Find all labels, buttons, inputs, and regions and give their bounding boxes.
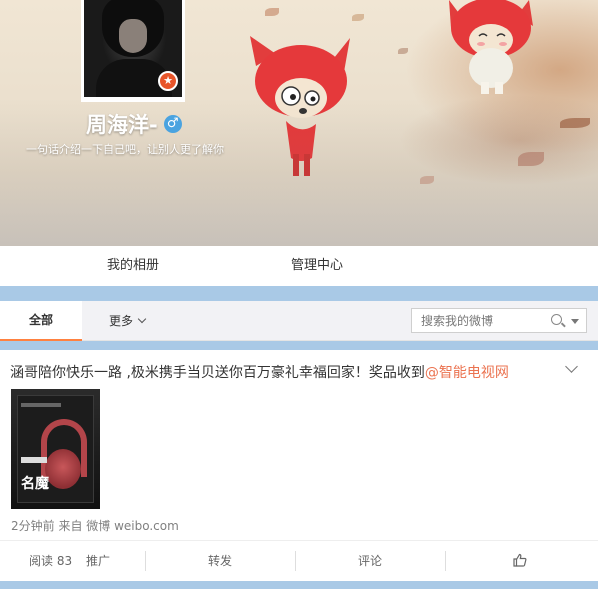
post-meta: 2分钟前 来自 微博 weibo.com	[11, 519, 179, 533]
tab-more[interactable]: 更多	[109, 301, 147, 341]
tab-all[interactable]: 全部	[0, 301, 82, 341]
profile-name[interactable]: 周海洋-	[86, 109, 158, 139]
search-icon[interactable]	[551, 314, 562, 325]
post-text: 涵哥陪你快乐一路 ,极米携手当贝送你百万豪礼幸福回家！奖品收到@智能电视网	[10, 362, 509, 382]
headphone-cup-image	[45, 449, 81, 489]
profile-nav: 我的相册 管理中心	[0, 246, 598, 286]
action-divider	[445, 551, 446, 571]
action-divider	[295, 551, 296, 571]
nav-item-management-center[interactable]: 管理中心	[291, 246, 343, 286]
image-brand-text: 名魔	[21, 476, 49, 492]
read-count: 阅读 83	[29, 554, 73, 568]
male-icon: ♂	[163, 115, 182, 133]
nav-item-albums[interactable]: 我的相册	[107, 246, 159, 286]
feed-filter-bar: 全部 更多	[0, 301, 598, 341]
dropdown-arrow-icon[interactable]	[571, 319, 579, 324]
tab-more-label: 更多	[109, 314, 134, 328]
chevron-down-icon[interactable]	[565, 360, 578, 373]
comment-button[interactable]: 评论	[358, 541, 382, 581]
profile-bio[interactable]: 一句话介绍一下自己吧，让别人更了解你	[26, 141, 224, 157]
chevron-down-icon	[137, 314, 147, 324]
repost-button[interactable]: 转发	[208, 541, 232, 581]
post-body: 涵哥陪你快乐一路 ,极米携手当贝送你百万豪礼幸福回家！奖品收到	[10, 365, 425, 381]
thumbs-up-icon[interactable]	[513, 553, 527, 567]
feed-post: 涵哥陪你快乐一路 ,极米携手当贝送你百万豪礼幸福回家！奖品收到@智能电视网 名魔…	[0, 350, 598, 581]
avatar-face	[119, 19, 147, 53]
action-divider	[145, 551, 146, 571]
post-image[interactable]: 名魔	[11, 389, 100, 509]
post-mention-link[interactable]: @智能电视网	[425, 365, 509, 381]
profile-cover: ★ 周海洋- ♂ 一句话介绍一下自己吧，让别人更了解你	[0, 0, 598, 246]
image-detail	[21, 403, 61, 407]
avatar-photo: ★	[84, 0, 182, 97]
profile-name-row: 周海洋- ♂	[86, 110, 182, 138]
promote-button[interactable]: 推广	[86, 541, 110, 581]
avatar[interactable]: ★	[81, 0, 185, 102]
search-box	[411, 308, 587, 333]
post-actions-bar: 阅读 83 推广 转发 评论	[0, 540, 598, 581]
search-input[interactable]	[412, 309, 541, 332]
star-badge-icon: ★	[158, 71, 178, 91]
image-detail	[21, 457, 47, 463]
